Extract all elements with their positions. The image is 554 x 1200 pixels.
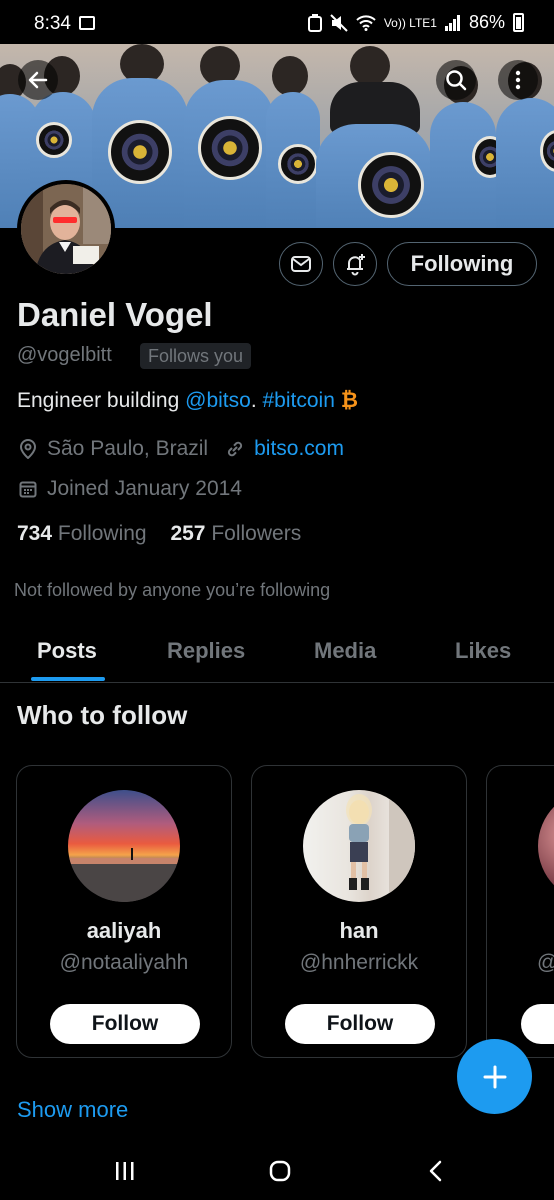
follow-button[interactable]: Follow: [50, 1004, 200, 1044]
person-photo: [346, 790, 415, 902]
mail-icon: [291, 256, 311, 272]
sunset-photo: [68, 848, 180, 902]
following-count: 734: [17, 522, 53, 545]
follows-you-badge: Follows you: [140, 343, 252, 369]
profile-avatar[interactable]: [17, 180, 115, 278]
following-stat[interactable]: 734 Following: [17, 522, 147, 545]
wifi-icon: [356, 14, 376, 31]
tab-replies[interactable]: Replies: [167, 638, 245, 664]
followers-count: 257: [170, 522, 206, 545]
data-saver-icon: [307, 13, 322, 32]
suggestion-name: han: [339, 918, 379, 943]
tab-likes[interactable]: Likes: [455, 638, 511, 664]
following-button[interactable]: Following: [387, 242, 537, 286]
tab-posts[interactable]: Posts: [37, 638, 97, 664]
back-button[interactable]: [18, 60, 58, 100]
back-arrow-icon: [28, 71, 48, 89]
recent-apps-icon: [116, 1162, 134, 1180]
search-button[interactable]: [436, 60, 476, 100]
suggestion-handle: @hnherrickk: [299, 951, 419, 974]
location-text: São Paulo, Brazil: [47, 437, 209, 460]
suggestion-avatar[interactable]: [68, 790, 180, 902]
bio-separator: .: [250, 389, 263, 412]
compose-post-button[interactable]: [457, 1039, 532, 1114]
gallery-icon: [79, 16, 95, 30]
profile-meta-location-website: São Paulo, Brazil bitso.com: [17, 437, 344, 461]
bitcoin-icon: ₿: [340, 389, 358, 412]
status-icons: Vo)) LTE1 86%: [307, 12, 524, 33]
follow-stats: 734 Following 257 Followers: [17, 522, 301, 546]
chevron-left-icon: [429, 1160, 442, 1182]
battery-percent: 86%: [468, 12, 505, 32]
suggestion-avatar[interactable]: [303, 790, 415, 902]
active-tab-indicator: [31, 677, 105, 681]
suggestion-card-partial[interactable]: @: [486, 765, 554, 1058]
system-nav-bar: [0, 1140, 554, 1200]
more-vertical-icon: [515, 70, 521, 90]
profile-meta-joined: Joined January 2014: [17, 477, 242, 501]
home-icon: [269, 1160, 291, 1182]
bio-mention-link[interactable]: @bitso: [185, 389, 251, 412]
following-label: Following: [57, 522, 147, 545]
status-bar: 8:34 Vo)) LTE1 86%: [0, 0, 554, 44]
link-icon: [224, 438, 246, 460]
search-icon: [446, 70, 467, 91]
suggestion-name: aaliyah: [86, 918, 162, 943]
followers-label: Followers: [211, 522, 302, 545]
signal-icon: [444, 14, 460, 31]
home-button[interactable]: [265, 1158, 295, 1184]
battery-icon: [513, 13, 524, 32]
show-more-link[interactable]: Show more: [17, 1097, 128, 1123]
profile-handle: @vogelbitt: [17, 344, 112, 366]
follow-button[interactable]: [521, 1004, 554, 1044]
bio-text: Engineer building: [17, 389, 186, 412]
tab-media[interactable]: Media: [314, 638, 376, 664]
follow-button[interactable]: Follow: [285, 1004, 435, 1044]
recent-apps-button[interactable]: [110, 1158, 140, 1184]
profile-bio: Engineer building @bitso. #bitcoin ₿: [17, 389, 358, 413]
more-button[interactable]: [498, 60, 538, 100]
bio-hashtag-link[interactable]: #bitcoin: [262, 389, 334, 412]
suggestion-handle: @notaaliyahh: [59, 951, 189, 974]
location-pin-icon: [17, 438, 39, 460]
joined-date: Joined January 2014: [47, 477, 242, 500]
mute-icon: [330, 13, 348, 32]
plus-icon: [483, 1065, 506, 1088]
avatar-photo: [21, 184, 111, 274]
suggestion-card[interactable]: han @hnherrickk Follow: [251, 765, 467, 1058]
who-to-follow-title: Who to follow: [17, 700, 188, 730]
suggestion-avatar[interactable]: [538, 790, 554, 902]
back-nav-button[interactable]: [421, 1158, 451, 1184]
notifications-button[interactable]: [333, 242, 377, 286]
suggestion-card[interactable]: aaliyah @notaaliyahh Follow: [16, 765, 232, 1058]
mutuals-note: Not followed by anyone you’re following: [14, 580, 331, 600]
network-label: Vo)) LTE1: [383, 15, 437, 30]
message-button[interactable]: [279, 242, 323, 286]
bell-plus-icon: [347, 254, 365, 276]
display-name: Daniel Vogel: [17, 296, 213, 333]
calendar-icon: [17, 478, 39, 500]
website-link[interactable]: bitso.com: [254, 437, 344, 461]
profile-tabs: Posts Replies Media Likes: [0, 620, 554, 683]
status-time: 8:34: [34, 13, 71, 34]
followers-stat[interactable]: 257 Followers: [170, 522, 301, 545]
suggestion-handle: @: [537, 951, 554, 975]
